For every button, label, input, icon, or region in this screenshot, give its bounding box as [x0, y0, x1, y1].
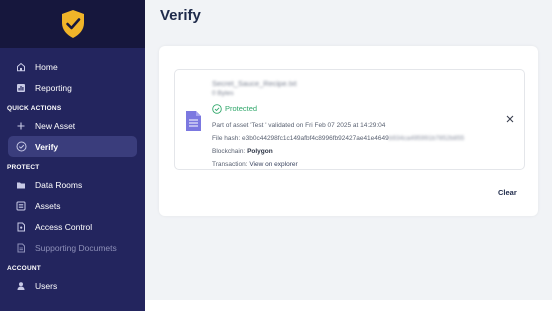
- main-content: Verify Secret_Sauce_Recipe.txt 0 Bytes P…: [145, 0, 552, 311]
- clear-button[interactable]: Clear: [498, 188, 517, 197]
- verified-file-entry: Secret_Sauce_Recipe.txt 0 Bytes Protecte…: [174, 69, 525, 170]
- shield-logo-icon: [61, 10, 84, 38]
- reporting-icon: [15, 82, 27, 94]
- blockchain-label: Blockchain:: [212, 148, 246, 155]
- transaction-line: Transaction: View on explorer: [212, 158, 464, 171]
- file-name: Secret_Sauce_Recipe.txt: [212, 79, 297, 88]
- sidebar-item-assets[interactable]: Assets: [8, 195, 137, 216]
- sidebar-item-label: Home: [35, 61, 58, 72]
- section-quick-actions: QUICK ACTIONS: [7, 105, 62, 112]
- sidebar-item-data-rooms[interactable]: Data Rooms: [8, 174, 137, 195]
- sidebar-item-label: Verify: [35, 141, 59, 152]
- sidebar-item-access-control[interactable]: Access Control: [8, 216, 137, 237]
- file-hash-value: e3b0c44298fc1c149afbf4c8996fb92427ae41e4…: [242, 135, 389, 142]
- protected-label: Protected: [225, 104, 258, 113]
- sidebar-item-label: New Asset: [35, 120, 76, 131]
- file-hash-blurred: b934ca495991b7852b855: [388, 135, 465, 142]
- sidebar-item-label: Access Control: [35, 221, 93, 232]
- verify-card: Secret_Sauce_Recipe.txt 0 Bytes Protecte…: [159, 46, 538, 216]
- check-circle-icon: [212, 103, 222, 114]
- file-hash-label: File hash:: [212, 135, 241, 142]
- protected-status: Protected: [212, 102, 464, 115]
- user-icon: [15, 280, 27, 292]
- sidebar-item-label: Reporting: [35, 82, 72, 93]
- bottom-bar: [145, 300, 552, 311]
- home-icon: [15, 61, 27, 73]
- asset-validation-line: Part of asset 'Test ' validated on Fri F…: [212, 122, 386, 129]
- sidebar-item-label: Users: [35, 280, 58, 291]
- view-on-explorer-link[interactable]: View on explorer: [249, 161, 297, 168]
- list-icon: [15, 200, 27, 212]
- check-circle-icon: [15, 141, 27, 153]
- sidebar-item-label: Assets: [35, 200, 61, 211]
- file-size: 0 Bytes: [212, 90, 234, 97]
- lock-icon: [15, 221, 27, 233]
- transaction-label: Transaction:: [212, 161, 248, 168]
- folder-icon: [15, 179, 27, 191]
- document-icon: [15, 242, 27, 254]
- section-account: ACCOUNT: [7, 265, 41, 272]
- section-protect: PROTECT: [7, 164, 40, 171]
- sidebar-item-verify[interactable]: Verify: [8, 136, 137, 157]
- sidebar-item-home[interactable]: Home: [8, 56, 137, 77]
- sidebar-item-label: Supporting Documets: [35, 242, 117, 253]
- sidebar-item-supporting-documents[interactable]: Supporting Documets: [8, 237, 137, 258]
- close-icon[interactable]: [505, 114, 515, 124]
- sidebar-item-users[interactable]: Users: [8, 275, 137, 296]
- sidebar-item-label: Data Rooms: [35, 179, 83, 190]
- blockchain-value: Polygon: [247, 148, 273, 155]
- logo-area: [0, 0, 145, 48]
- file-hash-line: File hash: e3b0c44298fc1c149afbf4c8996fb…: [212, 132, 464, 145]
- sidebar-item-reporting[interactable]: Reporting: [8, 77, 137, 98]
- blockchain-line: Blockchain: Polygon: [212, 145, 464, 158]
- file-icon: [184, 110, 202, 137]
- sidebar: Home Reporting QUICK ACTIONS New Asset V…: [0, 0, 145, 311]
- page-title: Verify: [160, 7, 201, 24]
- sidebar-item-new-asset[interactable]: New Asset: [8, 115, 137, 136]
- plus-icon: [15, 120, 27, 132]
